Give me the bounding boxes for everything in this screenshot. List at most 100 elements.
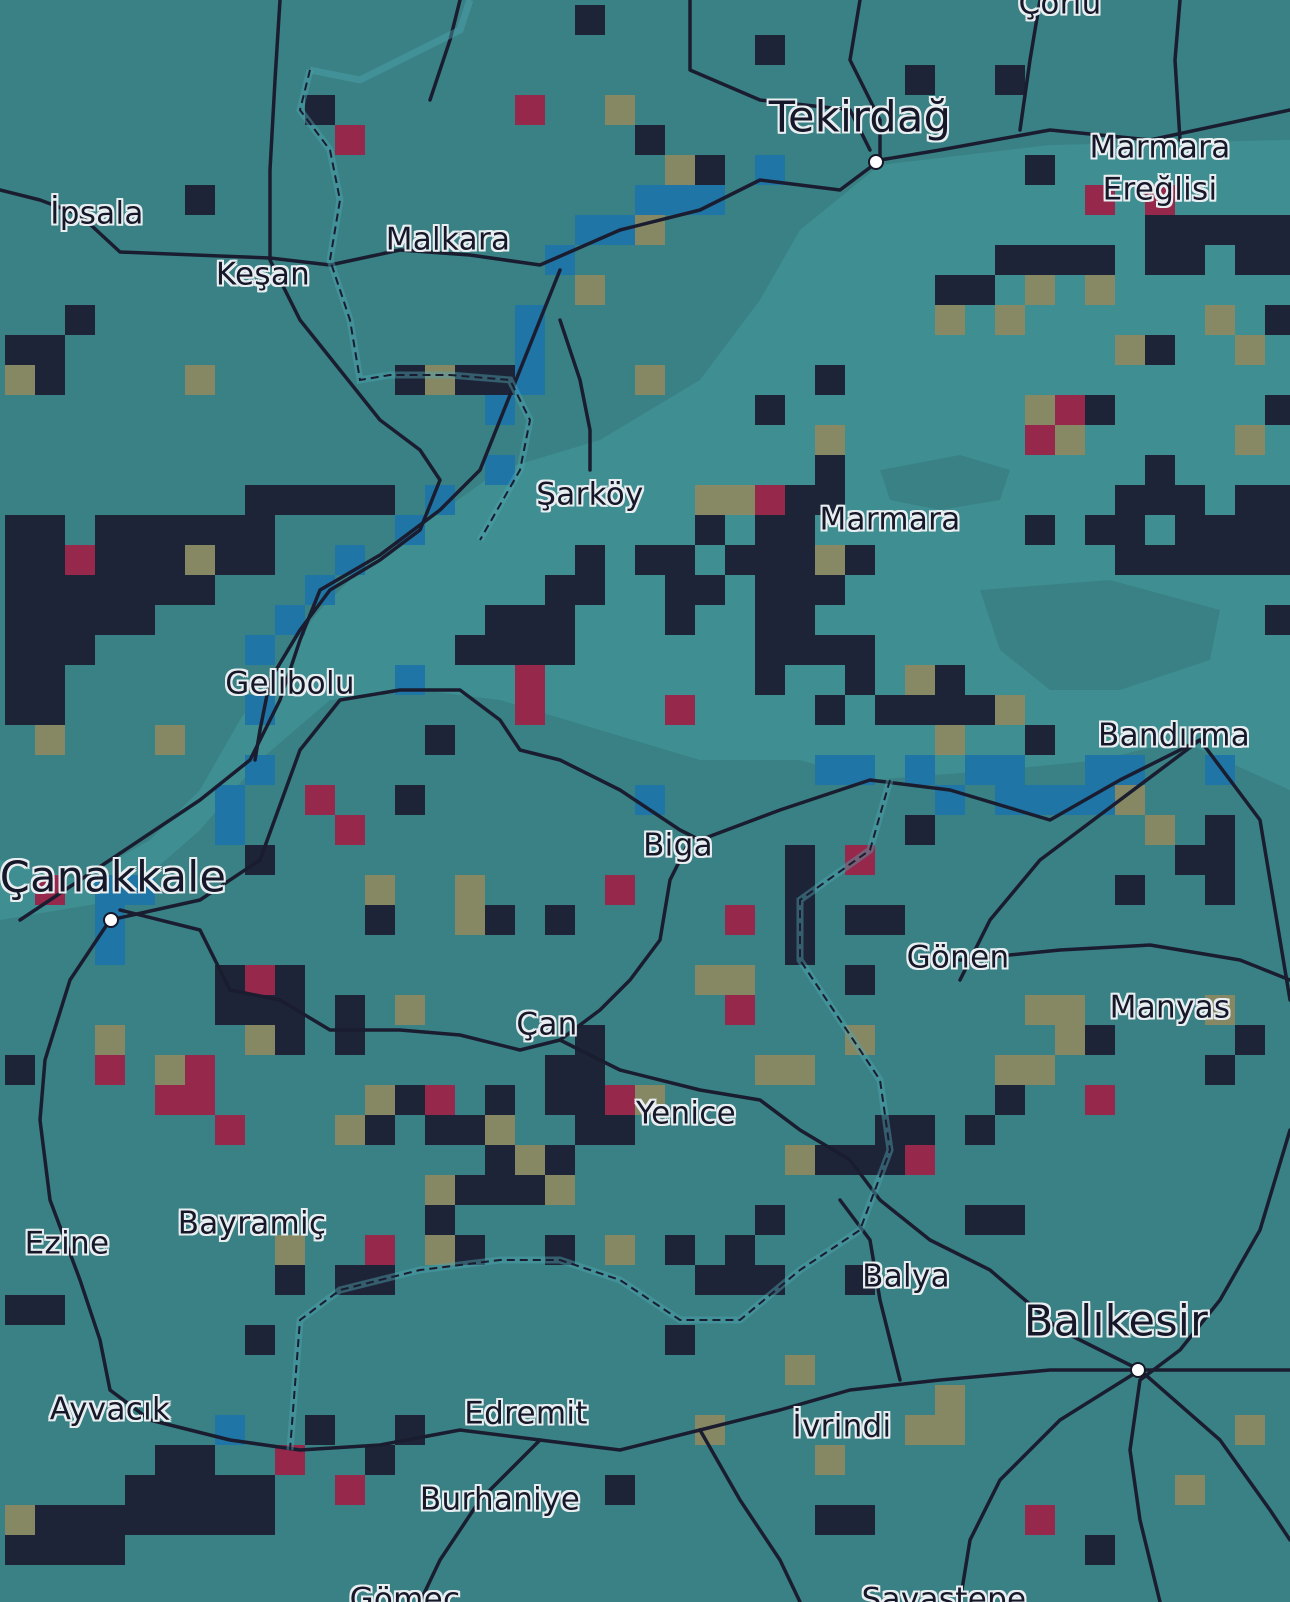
grid-cell bbox=[665, 575, 695, 605]
place-label-manyas[interactable]: Manyas bbox=[1110, 992, 1231, 1024]
place-label-ezine[interactable]: Ezine bbox=[25, 1228, 110, 1260]
grid-cell bbox=[95, 1025, 125, 1055]
grid-cell bbox=[995, 755, 1025, 785]
grid-cell bbox=[5, 1295, 35, 1325]
grid-cell bbox=[815, 455, 845, 485]
grid-cell bbox=[635, 125, 665, 155]
grid-cell bbox=[1025, 245, 1055, 275]
grid-cell bbox=[185, 515, 215, 545]
grid-cell bbox=[1085, 1025, 1115, 1055]
place-label-balya[interactable]: Balya bbox=[862, 1261, 950, 1293]
place-label-sarkoy[interactable]: Şarköy bbox=[536, 479, 643, 511]
grid-cell bbox=[995, 245, 1025, 275]
grid-cell bbox=[785, 545, 815, 575]
grid-cell bbox=[1055, 245, 1085, 275]
grid-cell bbox=[1235, 335, 1265, 365]
place-label-ipsala[interactable]: İpsala bbox=[50, 198, 143, 230]
grid-cell bbox=[1265, 305, 1290, 335]
grid-cell bbox=[245, 545, 275, 575]
grid-cell bbox=[35, 725, 65, 755]
grid-cell bbox=[275, 485, 305, 515]
place-label-savastepe[interactable]: Savaştepe bbox=[862, 1584, 1027, 1602]
grid-cell bbox=[815, 425, 845, 455]
grid-cell bbox=[515, 335, 545, 365]
grid-cell bbox=[95, 1055, 125, 1085]
place-label-ayvacik[interactable]: Ayvacık bbox=[50, 1394, 171, 1426]
grid-cell bbox=[875, 905, 905, 935]
grid-cell bbox=[5, 605, 35, 635]
grid-cell bbox=[545, 575, 575, 605]
grid-cell bbox=[335, 815, 365, 845]
grid-cell bbox=[215, 815, 245, 845]
grid-cell bbox=[1025, 1505, 1055, 1535]
grid-cell bbox=[815, 1445, 845, 1475]
grid-cell bbox=[1205, 845, 1235, 875]
kapidag-peninsula bbox=[980, 580, 1220, 690]
grid-cell bbox=[785, 485, 815, 515]
grid-cell bbox=[155, 1055, 185, 1085]
grid-cell bbox=[365, 1085, 395, 1115]
place-label-bandirma[interactable]: Bandırma bbox=[1098, 720, 1250, 752]
grid-cell bbox=[35, 635, 65, 665]
city-marker-balikesir[interactable] bbox=[1130, 1362, 1146, 1378]
grid-cell bbox=[65, 575, 95, 605]
grid-cell bbox=[65, 305, 95, 335]
grid-cell bbox=[905, 1115, 935, 1145]
place-label-yenice[interactable]: Yenice bbox=[636, 1098, 736, 1130]
place-label-marmara[interactable]: Marmara bbox=[820, 504, 961, 536]
grid-cell bbox=[515, 1145, 545, 1175]
grid-cell bbox=[575, 275, 605, 305]
grid-cell bbox=[515, 635, 545, 665]
grid-cell bbox=[845, 545, 875, 575]
grid-cell bbox=[95, 605, 125, 635]
grid-cell bbox=[1025, 785, 1055, 815]
place-label-marmara-ereglisi-1[interactable]: Marmara bbox=[1090, 132, 1231, 164]
grid-cell bbox=[335, 995, 365, 1025]
grid-cell bbox=[725, 965, 755, 995]
place-label-corlu[interactable]: Çorlu bbox=[1018, 0, 1101, 20]
grid-cell bbox=[245, 515, 275, 545]
grid-cell bbox=[485, 1115, 515, 1145]
place-label-biga[interactable]: Biga bbox=[643, 830, 713, 862]
city-marker-tekirdag[interactable] bbox=[868, 154, 884, 170]
place-label-gonen[interactable]: Gönen bbox=[907, 942, 1010, 974]
grid-cell bbox=[335, 125, 365, 155]
grid-cell bbox=[1145, 215, 1175, 245]
place-label-gelibolu[interactable]: Gelibolu bbox=[225, 668, 355, 700]
place-label-bayramic[interactable]: Bayramiç bbox=[178, 1208, 327, 1240]
grid-cell bbox=[1205, 1055, 1235, 1085]
place-label-malkara[interactable]: Malkara bbox=[386, 224, 511, 256]
place-label-balikesir[interactable]: Balıkesir bbox=[1024, 1300, 1208, 1344]
grid-cell bbox=[365, 1445, 395, 1475]
grid-cell bbox=[125, 1475, 155, 1505]
grid-cell bbox=[185, 1085, 215, 1115]
grid-cell bbox=[5, 545, 35, 575]
place-label-tekirdag[interactable]: Tekirdağ bbox=[769, 96, 952, 140]
grid-cell bbox=[155, 725, 185, 755]
place-label-marmara-ereglisi-2[interactable]: Ereğlisi bbox=[1103, 174, 1218, 206]
place-label-ivrindi[interactable]: İvrindi bbox=[793, 1411, 892, 1443]
city-marker-canakkale[interactable] bbox=[103, 912, 119, 928]
grid-cell bbox=[755, 575, 785, 605]
place-label-burhaniye[interactable]: Burhaniye bbox=[420, 1484, 580, 1516]
grid-cell bbox=[185, 545, 215, 575]
grid-cell bbox=[935, 305, 965, 335]
grid-cell bbox=[785, 845, 815, 875]
place-label-can[interactable]: Çan bbox=[516, 1009, 577, 1041]
grid-cell bbox=[635, 545, 665, 575]
grid-cell bbox=[425, 1085, 455, 1115]
place-label-gomec[interactable]: Gömeç bbox=[350, 1584, 461, 1602]
grid-cell bbox=[65, 635, 95, 665]
grid-cell bbox=[1085, 1085, 1115, 1115]
grid-cell bbox=[605, 95, 635, 125]
place-label-canakkale[interactable]: Çanakkale bbox=[0, 856, 226, 900]
place-label-kesan[interactable]: Keşan bbox=[216, 259, 310, 291]
grid-cell bbox=[1145, 335, 1175, 365]
grid-cell bbox=[1115, 875, 1145, 905]
grid-cell bbox=[905, 1415, 935, 1445]
grid-cell bbox=[545, 1085, 575, 1115]
grid-cell bbox=[5, 1055, 35, 1085]
place-label-edremit[interactable]: Edremit bbox=[464, 1398, 587, 1430]
grid-cell bbox=[215, 545, 245, 575]
map-canvas[interactable]: Çorlu Tekirdağ Marmara Ereğlisi İpsala Malkar… bbox=[0, 0, 1290, 1602]
